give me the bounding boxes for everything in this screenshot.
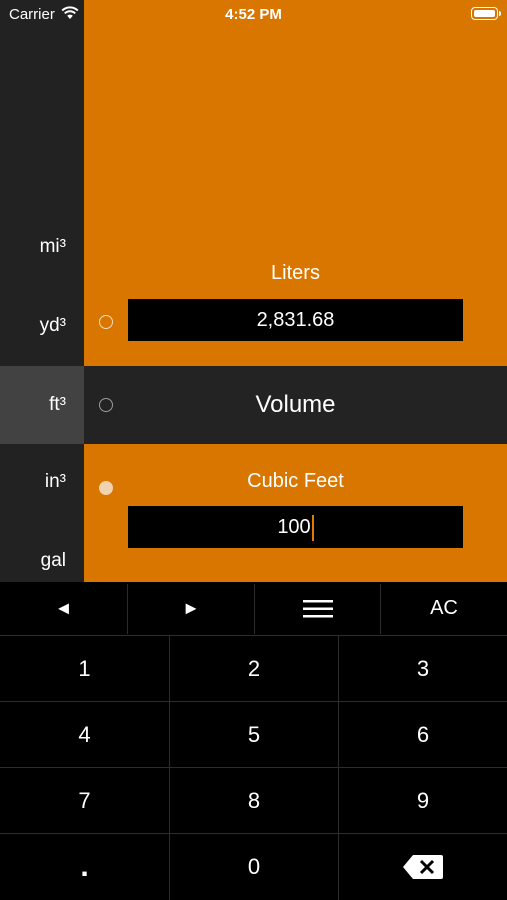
backspace-icon [403, 855, 443, 879]
unit-item-gal[interactable]: gal [0, 546, 84, 576]
key-2[interactable]: 2 [170, 636, 338, 701]
top-field-radio[interactable] [99, 315, 113, 329]
key-8[interactable]: 8 [170, 768, 338, 833]
top-value-text: 2,831.68 [256, 309, 335, 331]
unit-item-ft3[interactable]: ft³ [0, 366, 84, 444]
key-9[interactable]: 9 [339, 768, 507, 833]
key-3[interactable]: 3 [339, 636, 507, 701]
bottom-value-text: 100 [277, 516, 311, 538]
key-7[interactable]: 7 [0, 768, 169, 833]
menu-button[interactable] [255, 582, 380, 635]
status-bar: Carrier 4:52 PM [0, 0, 507, 28]
bottom-value-field[interactable]: 100 [128, 506, 463, 548]
unit-item-in3[interactable]: in³ [0, 467, 84, 497]
unit-item-yd3[interactable]: yd³ [0, 311, 84, 341]
prev-button[interactable]: ◄ [0, 582, 127, 635]
backspace-button[interactable] [339, 834, 507, 900]
battery-icon [471, 7, 501, 20]
menu-icon [302, 599, 333, 618]
next-button[interactable]: ► [128, 582, 254, 635]
keypad: 1 2 3 4 5 6 7 8 9 . 0 [0, 635, 507, 900]
top-value-field[interactable]: 2,831.68 [128, 299, 463, 341]
key-1[interactable]: 1 [0, 636, 169, 701]
unit-sidebar: mi³ yd³ ft³ in³ gal [0, 0, 84, 582]
toolbar: ◄ ► AC [0, 582, 507, 635]
key-decimal[interactable]: . [0, 834, 169, 900]
key-0[interactable]: 0 [170, 834, 338, 900]
clear-button[interactable]: AC [381, 582, 507, 635]
text-cursor [311, 514, 314, 541]
category-label[interactable]: Volume [84, 366, 507, 444]
bottom-field-title: Cubic Feet [247, 470, 344, 492]
unit-item-mi3[interactable]: mi³ [0, 232, 84, 262]
key-4[interactable]: 4 [0, 702, 169, 767]
clock: 4:52 PM [225, 6, 282, 23]
bottom-field-radio[interactable] [99, 481, 113, 495]
key-5[interactable]: 5 [170, 702, 338, 767]
key-6[interactable]: 6 [339, 702, 507, 767]
top-field-title: Liters [271, 262, 320, 284]
